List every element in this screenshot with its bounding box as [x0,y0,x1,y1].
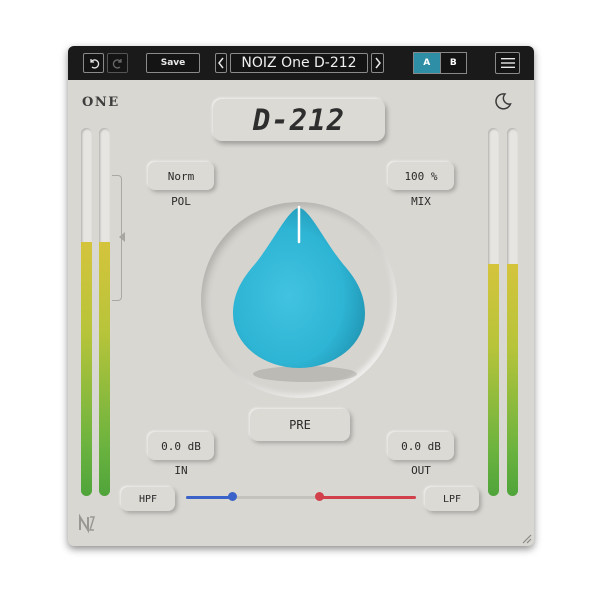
out-gain-value-box[interactable]: 0.0 dB [388,432,454,460]
input-meter-left-fill [81,242,92,496]
one-logo: ONE [82,95,120,110]
hamburger-menu-icon [500,58,515,68]
previous-preset-button[interactable] [215,53,227,73]
in-gain-value-box[interactable]: 0.0 dB [148,432,214,460]
hpf-slider-handle[interactable] [227,492,237,501]
chevron-right-icon [374,57,381,69]
output-meter-right-fill [507,264,518,496]
next-preset-button[interactable] [371,53,384,73]
menu-button[interactable] [495,52,520,74]
save-button[interactable]: Save [146,53,200,73]
lpf-range-track [319,496,416,499]
redo-icon [112,59,122,69]
hpf-range-track [186,496,232,499]
output-meter-left [488,128,499,496]
main-knob[interactable] [201,202,397,398]
lpf-button[interactable]: LPF [425,487,479,511]
input-meter-left [81,128,92,496]
ab-compare-toggle: A B [413,52,467,74]
input-meter-right [99,128,110,496]
ab-a-button[interactable]: A [414,53,440,73]
output-meter-left-fill [488,264,499,496]
lpf-slider-handle[interactable] [314,492,324,501]
theme-toggle-button[interactable] [493,91,513,115]
plugin-window: Save NOIZ One D-212 A B ONE D-212 Norm P… [68,46,534,546]
input-meter-right-fill [99,242,110,496]
moon-icon [495,93,512,110]
mix-label: MIX [411,195,431,208]
preset-name-display[interactable]: NOIZ One D-212 [230,53,368,73]
redo-button[interactable] [107,53,128,73]
undo-button[interactable] [83,53,104,73]
mix-value-box[interactable]: 100 % [388,162,454,190]
in-label: IN [174,464,188,477]
hpf-button[interactable]: HPF [121,487,175,511]
ab-b-button[interactable]: B [439,53,466,73]
gain-marker-icon [119,232,125,242]
pre-button[interactable]: PRE [250,409,350,441]
product-title: D-212 [213,99,385,141]
pol-value-box[interactable]: Norm [148,162,214,190]
output-meter-right [507,128,518,496]
out-label: OUT [411,464,431,477]
chevron-left-icon [218,57,224,69]
resize-grip-icon[interactable] [520,532,532,544]
undo-icon [89,59,99,69]
top-toolbar: Save NOIZ One D-212 A B [68,46,534,80]
noiz-logo-icon [79,513,96,534]
